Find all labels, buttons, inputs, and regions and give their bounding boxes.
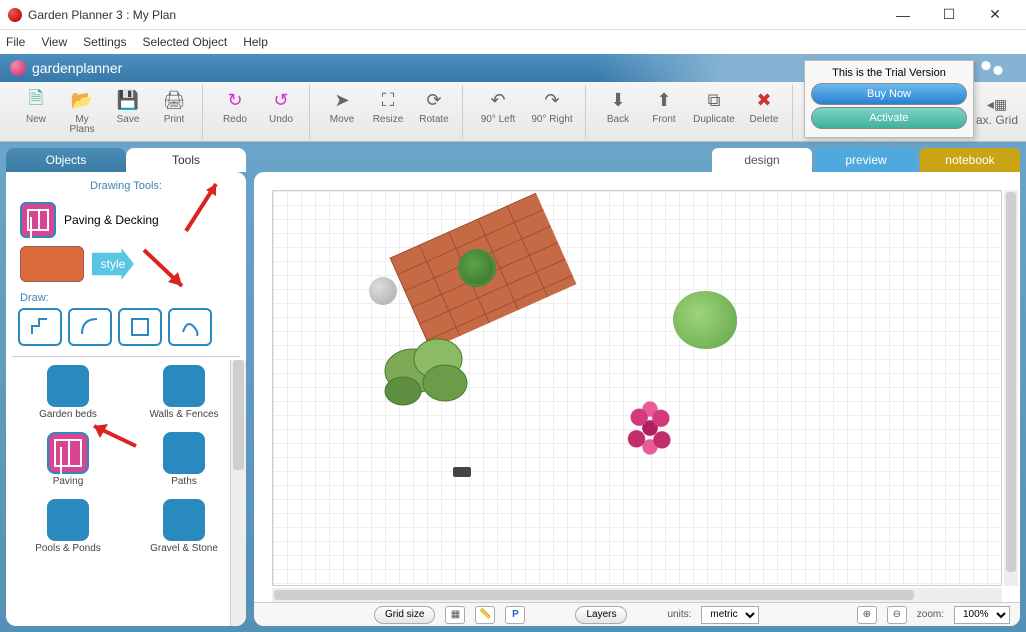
resize-icon: ⛶ (376, 89, 400, 113)
canvas-flower[interactable] (623, 401, 677, 455)
save-button[interactable]: 💾Save (108, 85, 148, 135)
grid-size-button[interactable]: Grid size (374, 606, 435, 624)
zoom-select[interactable]: 100% (954, 606, 1010, 624)
grid-toggle-icon[interactable]: ▦ (445, 606, 465, 624)
tools-panel: Drawing Tools: Paving & Decking style Dr… (6, 172, 246, 626)
brand-label: gardenplanner (32, 60, 122, 76)
print-icon: 🖨 (162, 89, 186, 113)
undo-icon: ↺ (269, 89, 293, 113)
max-grid-control[interactable]: ◂▦ ax. Grid (976, 96, 1018, 127)
myplans-button[interactable]: 📂My Plans (62, 85, 102, 135)
print-button[interactable]: 🖨Print (154, 85, 194, 135)
rotate-right-button[interactable]: ↷90° Right (527, 85, 577, 135)
shape-curve[interactable] (68, 308, 112, 346)
rotate-left-icon: ↶ (486, 89, 510, 113)
titlebar: Garden Planner 3 : My Plan — ☐ ✕ (0, 0, 1026, 30)
move-button[interactable]: ➤Move (322, 85, 362, 135)
menu-selected-object[interactable]: Selected Object (143, 35, 228, 49)
tab-objects[interactable]: Objects (6, 148, 126, 172)
status-bar: Grid size ▦ 📏 P Layers units: metric ⊕ ⊖… (254, 602, 1020, 626)
duplicate-button[interactable]: ⧉Duplicate (690, 85, 738, 135)
trial-message: This is the Trial Version (811, 67, 967, 79)
resize-button[interactable]: ⛶Resize (368, 85, 408, 135)
zoom-label: zoom: (917, 609, 944, 620)
canvas-vscrollbar[interactable] (1004, 190, 1018, 586)
rotate-left-button[interactable]: ↶90° Left (475, 85, 521, 135)
menu-settings[interactable]: Settings (83, 35, 126, 49)
close-button[interactable]: ✕ (972, 0, 1018, 30)
paving-icon (20, 202, 56, 238)
rotate-right-icon: ↷ (540, 89, 564, 113)
grid[interactable] (272, 190, 1002, 586)
maximize-button[interactable]: ☐ (926, 0, 972, 30)
canvas-tree[interactable] (373, 321, 483, 421)
brick-texture-swatch[interactable] (20, 246, 84, 282)
canvas-small-object[interactable] (453, 467, 471, 477)
minimize-button[interactable]: — (880, 0, 926, 30)
drawing-tools-label: Drawing Tools: (12, 180, 240, 192)
send-back-icon: ⬇ (606, 89, 630, 113)
delete-button[interactable]: ✖Delete (744, 85, 784, 135)
redo-icon: ↻ (223, 89, 247, 113)
menu-help[interactable]: Help (243, 35, 268, 49)
category-grid: Garden beds Walls & Fences Paving Paths … (12, 357, 240, 562)
cat-paving[interactable]: Paving (20, 432, 116, 487)
rotate-icon: ⟳ (422, 89, 446, 113)
cat-garden-beds[interactable]: Garden beds (20, 365, 116, 420)
current-tool-label: Paving & Decking (64, 213, 159, 227)
tab-tools[interactable]: Tools (126, 148, 246, 172)
layers-button[interactable]: Layers (575, 606, 627, 624)
design-canvas[interactable]: Grid size ▦ 📏 P Layers units: metric ⊕ ⊖… (254, 172, 1020, 626)
draw-label: Draw: (20, 292, 240, 304)
new-icon: 🗎 (24, 89, 48, 113)
back-button[interactable]: ⬇Back (598, 85, 638, 135)
left-sidebar: Objects Tools Drawing Tools: Paving & De… (6, 148, 246, 626)
cursor-icon: ➤ (330, 89, 354, 113)
rotate-button[interactable]: ⟳Rotate (414, 85, 454, 135)
shape-freeform[interactable] (168, 308, 212, 346)
zoom-in-icon[interactable]: ⊕ (857, 606, 877, 624)
folder-icon: 📂 (70, 89, 94, 113)
zoom-out-icon[interactable]: ⊖ (887, 606, 907, 624)
menu-file[interactable]: File (6, 35, 25, 49)
cat-paths[interactable]: Paths (136, 432, 232, 487)
tab-preview[interactable]: preview (816, 148, 916, 172)
buy-now-button[interactable]: Buy Now (811, 83, 967, 105)
style-button[interactable]: style (92, 248, 134, 280)
redo-button[interactable]: ↻Redo (215, 85, 255, 135)
workspace: Objects Tools Drawing Tools: Paving & De… (0, 142, 1026, 632)
canvas-hscrollbar[interactable] (272, 588, 1002, 602)
tab-design[interactable]: design (712, 148, 812, 172)
undo-button[interactable]: ↺Undo (261, 85, 301, 135)
cat-pools-ponds[interactable]: Pools & Ponds (20, 499, 116, 554)
cat-gravel-stone[interactable]: Gravel & Stone (136, 499, 232, 554)
units-select[interactable]: metric (701, 606, 759, 624)
delete-icon: ✖ (752, 89, 776, 113)
sidebar-scrollbar[interactable] (230, 360, 246, 626)
shape-rect[interactable] (118, 308, 162, 346)
brand-icon (10, 60, 26, 76)
cat-walls-fences[interactable]: Walls & Fences (136, 365, 232, 420)
save-icon: 💾 (116, 89, 140, 113)
new-button[interactable]: 🗎New (16, 85, 56, 135)
tab-notebook[interactable]: notebook (920, 148, 1020, 172)
canvas-shrub-right[interactable] (673, 291, 737, 349)
ruler-icon[interactable]: 📏 (475, 606, 495, 624)
app-icon (8, 8, 22, 22)
bring-front-icon: ⬆ (652, 89, 676, 113)
menu-view[interactable]: View (41, 35, 67, 49)
p-icon[interactable]: P (505, 606, 525, 624)
activate-button[interactable]: Activate (811, 107, 967, 129)
trial-popup: This is the Trial Version Buy Now Activa… (804, 60, 974, 138)
menubar: File View Settings Selected Object Help (0, 30, 1026, 54)
units-label: units: (667, 609, 691, 620)
duplicate-icon: ⧉ (702, 89, 726, 113)
canvas-area: design preview notebook (254, 148, 1020, 626)
window-title: Garden Planner 3 : My Plan (28, 8, 176, 22)
shape-step[interactable] (18, 308, 62, 346)
canvas-gray-circle[interactable] (369, 277, 397, 305)
front-button[interactable]: ⬆Front (644, 85, 684, 135)
canvas-shrub-on-paving[interactable] (458, 249, 496, 287)
